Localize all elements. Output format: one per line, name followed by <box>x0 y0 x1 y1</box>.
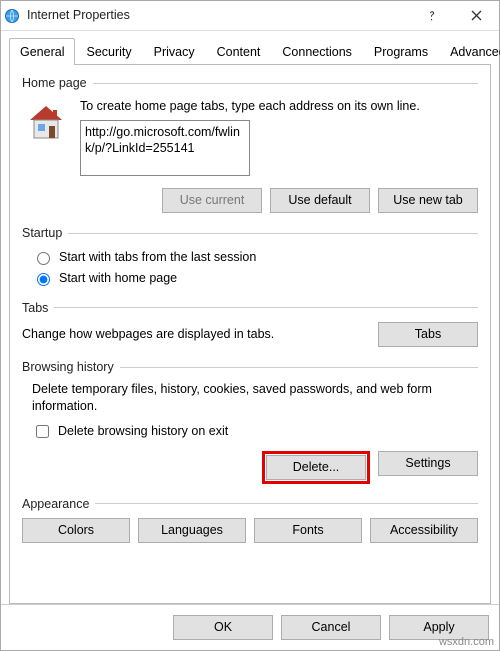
radio-last-session-input[interactable] <box>37 252 50 265</box>
titlebar: Internet Properties <box>1 1 499 31</box>
radio-home-page[interactable]: Start with home page <box>22 268 478 288</box>
history-desc: Delete temporary files, history, cookies… <box>22 381 478 420</box>
languages-button[interactable]: Languages <box>138 518 246 543</box>
tabs-button[interactable]: Tabs <box>378 322 478 347</box>
tabs-header: Tabs <box>22 300 48 316</box>
history-settings-button[interactable]: Settings <box>378 451 478 476</box>
tab-programs[interactable]: Programs <box>363 38 439 65</box>
delete-on-exit-input[interactable] <box>36 425 49 438</box>
radio-last-session-label: Start with tabs from the last session <box>59 249 256 265</box>
tab-general[interactable]: General <box>9 38 75 65</box>
app-icon <box>1 8 23 24</box>
delete-on-exit-label: Delete browsing history on exit <box>58 423 228 439</box>
home-icon <box>22 98 70 146</box>
window-title: Internet Properties <box>23 7 409 23</box>
group-startup: Startup Start with tabs from the last se… <box>22 225 478 288</box>
delete-on-exit-checkbox[interactable]: Delete browsing history on exit <box>22 420 478 443</box>
appearance-header: Appearance <box>22 496 89 512</box>
tab-security[interactable]: Security <box>75 38 142 65</box>
close-button[interactable] <box>454 1 499 31</box>
group-homepage: Home page To create home page tabs, type… <box>22 75 478 213</box>
group-appearance: Appearance Colors Languages Fonts Access… <box>22 496 478 543</box>
dialog-footer: OK Cancel Apply <box>1 604 499 650</box>
delete-history-button[interactable]: Delete... <box>266 455 366 480</box>
tab-content[interactable]: Content <box>206 38 272 65</box>
general-panel: Home page To create home page tabs, type… <box>9 65 491 604</box>
tab-connections[interactable]: Connections <box>271 38 363 65</box>
group-tabs: Tabs Change how webpages are displayed i… <box>22 300 478 347</box>
colors-button[interactable]: Colors <box>22 518 130 543</box>
watermark: wsxdn.com <box>439 635 494 649</box>
startup-header: Startup <box>22 225 62 241</box>
use-current-button[interactable]: Use current <box>162 188 262 213</box>
group-browsing-history: Browsing history Delete temporary files,… <box>22 359 478 484</box>
cancel-button[interactable]: Cancel <box>281 615 381 640</box>
history-header: Browsing history <box>22 359 114 375</box>
delete-button-highlight: Delete... <box>262 451 370 484</box>
use-default-button[interactable]: Use default <box>270 188 370 213</box>
homepage-header: Home page <box>22 75 87 91</box>
fonts-button[interactable]: Fonts <box>254 518 362 543</box>
homepage-hint: To create home page tabs, type each addr… <box>80 98 478 120</box>
accessibility-button[interactable]: Accessibility <box>370 518 478 543</box>
tabs-desc: Change how webpages are displayed in tab… <box>22 326 274 342</box>
help-button[interactable] <box>409 1 454 31</box>
radio-home-page-label: Start with home page <box>59 270 177 286</box>
tab-advanced[interactable]: Advanced <box>439 38 500 65</box>
use-new-tab-button[interactable]: Use new tab <box>378 188 478 213</box>
ok-button[interactable]: OK <box>173 615 273 640</box>
tab-privacy[interactable]: Privacy <box>143 38 206 65</box>
tab-strip: General Security Privacy Content Connect… <box>9 37 491 65</box>
radio-home-page-input[interactable] <box>37 273 50 286</box>
homepage-url-input[interactable] <box>80 120 250 176</box>
internet-properties-window: Internet Properties General Security Pri… <box>0 0 500 651</box>
radio-last-session[interactable]: Start with tabs from the last session <box>22 247 478 267</box>
